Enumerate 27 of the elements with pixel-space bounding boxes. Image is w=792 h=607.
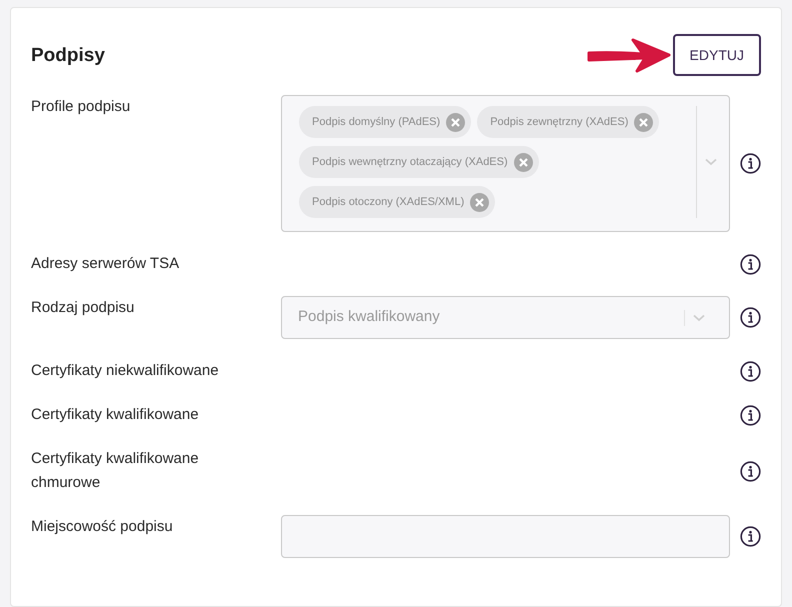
info-icon[interactable] [740, 254, 761, 274]
field-label: Certyfikaty kwalifikowane [31, 405, 200, 425]
field-label: Certyfikaty niekwalifikowane [31, 361, 220, 381]
field-label: Adresy serwerów TSA [31, 254, 180, 274]
info-icon[interactable] [740, 526, 761, 547]
info-icon[interactable] [740, 360, 761, 382]
chip-label: Podpis wewnętrzny otaczający (XAdES) [312, 154, 508, 170]
info-icon[interactable] [740, 460, 761, 482]
section-title: Podpisy [31, 44, 105, 68]
tag-chip[interactable]: Podpis otoczony (XAdES/XML) [299, 186, 496, 218]
tag-chip[interactable]: Podpis zewnętrzny (XAdES) [477, 106, 660, 138]
chip-label: Podpis otoczony (XAdES/XML) [312, 194, 464, 210]
info-icon[interactable] [740, 307, 761, 328]
field-label: Certyfikaty kwalifikowane chmurowe [31, 449, 200, 493]
multiselect-field[interactable]: Podpis domyślny (PAdES) Podpis zewnętrzny (XAdES) Podpis wewnętrzny otaczający (XAdES) Podpis otoczony (XAdES/XML) [281, 95, 730, 232]
field-label: Miejscowość podpisu [31, 517, 174, 537]
select-field[interactable]: Podpis kwalifikowany [281, 296, 730, 339]
info-icon[interactable] [740, 153, 761, 174]
edit-button[interactable]: EDYTUJ [672, 34, 761, 76]
tag-chip[interactable]: Podpis domyślny (PAdES) [299, 106, 472, 138]
info-icon[interactable] [740, 404, 761, 426]
text-input-field[interactable] [281, 515, 730, 558]
tag-chip[interactable]: Podpis wewnętrzny otaczający (XAdES) [299, 146, 539, 178]
chip-label: Podpis zewnętrzny (XAdES) [490, 114, 628, 130]
chip-label: Podpis domyślny (PAdES) [312, 114, 440, 130]
field-label: Profile podpisu [31, 97, 132, 117]
field-label: Rodzaj podpisu [31, 298, 136, 318]
